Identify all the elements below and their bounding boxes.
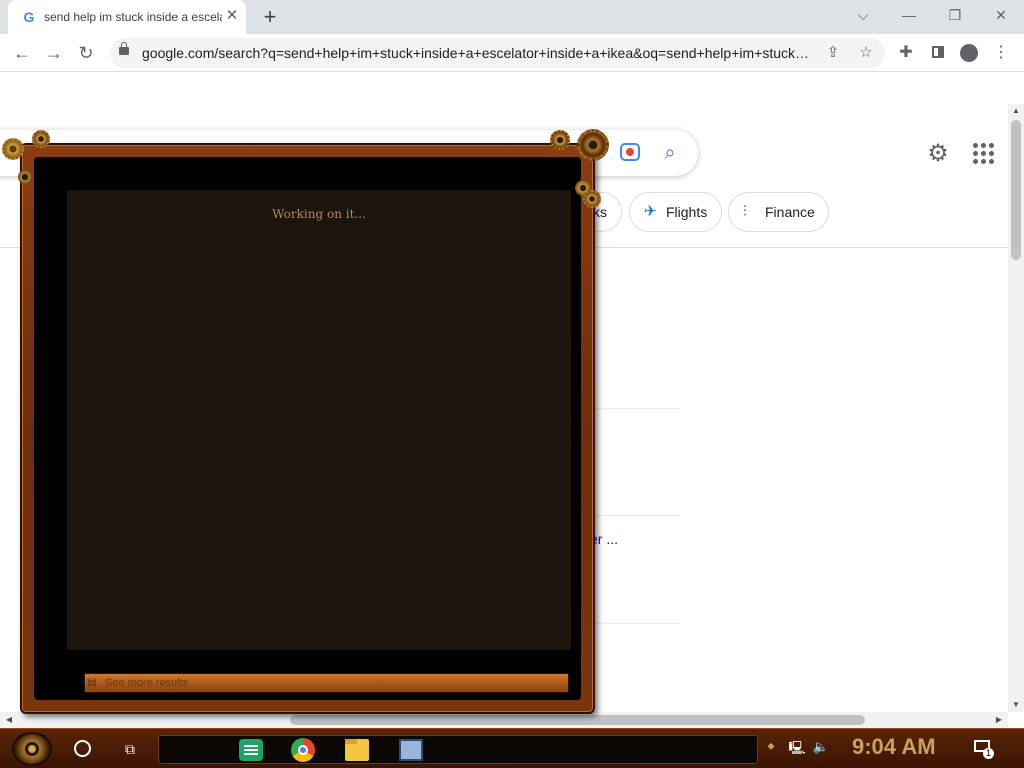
google-lens-camera-icon[interactable]: [620, 143, 640, 161]
gear-decoration-icon: [18, 170, 32, 184]
airplane-icon: ✈: [644, 203, 657, 220]
google-favicon-icon: G: [23, 9, 35, 25]
google-chrome-icon[interactable]: [291, 738, 315, 762]
share-icon[interactable]: ⇪: [823, 43, 843, 63]
gear-decoration-icon: [577, 129, 609, 161]
gear-decoration-icon: [2, 138, 24, 160]
tab-strip: G send help im stuck inside a escelator …: [0, 0, 1024, 34]
this-pc-icon[interactable]: [399, 739, 423, 761]
steampunk-search-panel: Working on it... ▤ See more results: [20, 143, 595, 714]
more-results-icon: ▤: [87, 677, 97, 688]
horizontal-scroll-thumb[interactable]: [290, 715, 865, 725]
vertical-scrollbar[interactable]: ▲ ▼: [1008, 104, 1024, 712]
url-text[interactable]: google.com/search?q=send+help+im+stuck+i…: [142, 45, 812, 61]
panel-inner-frame: Working on it...: [34, 157, 581, 700]
tab-close-icon[interactable]: ✕: [224, 8, 240, 24]
tray-overflow-icon[interactable]: ⬥: [766, 741, 776, 753]
minimize-button[interactable]: —: [897, 4, 921, 26]
status-text: Working on it...: [272, 207, 366, 221]
menu-kebab-icon[interactable]: ⋮: [990, 42, 1012, 64]
cortana-search-icon[interactable]: [74, 740, 91, 757]
browser-toolbar: ← → ↻ google.com/search?q=send+help+im+s…: [0, 34, 1024, 72]
tab-title: send help im stuck inside a escelator in…: [44, 10, 222, 24]
gear-decoration-icon: [583, 190, 601, 208]
vertical-scroll-thumb[interactable]: [1011, 120, 1021, 260]
search-icon[interactable]: ⌕: [658, 141, 682, 165]
chip-finance[interactable]: ⫶ Finance: [728, 192, 829, 232]
forward-button[interactable]: →: [42, 41, 66, 65]
gear-decoration-icon: [32, 130, 50, 148]
notification-center-icon[interactable]: 1: [972, 738, 994, 759]
start-button[interactable]: [12, 732, 52, 766]
back-button[interactable]: ←: [10, 41, 34, 65]
restore-button[interactable]: ❐: [943, 4, 967, 26]
close-window-button[interactable]: ✕: [989, 4, 1013, 26]
taskbar-clock[interactable]: 9:04 AM: [852, 734, 936, 760]
finance-chart-icon: ⫶: [743, 203, 747, 220]
scroll-right-arrow-icon[interactable]: ▶: [992, 712, 1006, 728]
profile-avatar-icon[interactable]: [958, 42, 980, 64]
tab-search-chevron-icon[interactable]: ⌵: [851, 4, 875, 26]
chip-flights[interactable]: ✈ Flights: [629, 192, 722, 232]
extensions-puzzle-icon[interactable]: ✚: [895, 42, 917, 64]
address-bar[interactable]: google.com/search?q=send+help+im+stuck+i…: [110, 38, 885, 68]
lock-icon[interactable]: [119, 42, 129, 55]
task-view-icon[interactable]: ⧉: [121, 741, 139, 757]
scroll-down-arrow-icon[interactable]: ▼: [1008, 698, 1024, 712]
horizontal-scrollbar[interactable]: ◀ ▶: [0, 712, 1008, 728]
gear-decoration-icon: [550, 130, 570, 150]
scroll-up-arrow-icon[interactable]: ▲: [1008, 104, 1024, 118]
notification-badge: 1: [983, 748, 994, 759]
google-apps-grid-icon[interactable]: [972, 142, 996, 166]
taskbar-app-tray: [158, 735, 758, 764]
chip-finance-label: Finance: [765, 204, 815, 220]
search-results-area: Working on it...: [67, 190, 571, 650]
file-explorer-icon[interactable]: [345, 739, 369, 761]
google-sheets-icon[interactable]: [239, 739, 263, 761]
see-more-results-button[interactable]: ▤ See more results: [84, 673, 569, 693]
chip-flights-label: Flights: [666, 204, 708, 220]
windows-taskbar: ⧉ ⬥ 🖳 🔈 9:04 AM 1: [0, 728, 1024, 768]
scroll-left-arrow-icon[interactable]: ◀: [2, 712, 16, 728]
network-icon[interactable]: 🖳: [788, 739, 806, 757]
side-panel-icon[interactable]: [927, 42, 949, 64]
browser-tab[interactable]: G send help im stuck inside a escelator …: [8, 0, 246, 34]
see-more-results-label: See more results: [105, 677, 189, 689]
settings-gear-icon[interactable]: ⚙: [924, 140, 952, 168]
volume-muted-icon[interactable]: 🔈: [812, 739, 830, 757]
bookmark-star-icon[interactable]: ☆: [856, 43, 876, 63]
reload-button[interactable]: ↻: [74, 41, 98, 65]
new-tab-button[interactable]: +: [258, 5, 282, 29]
